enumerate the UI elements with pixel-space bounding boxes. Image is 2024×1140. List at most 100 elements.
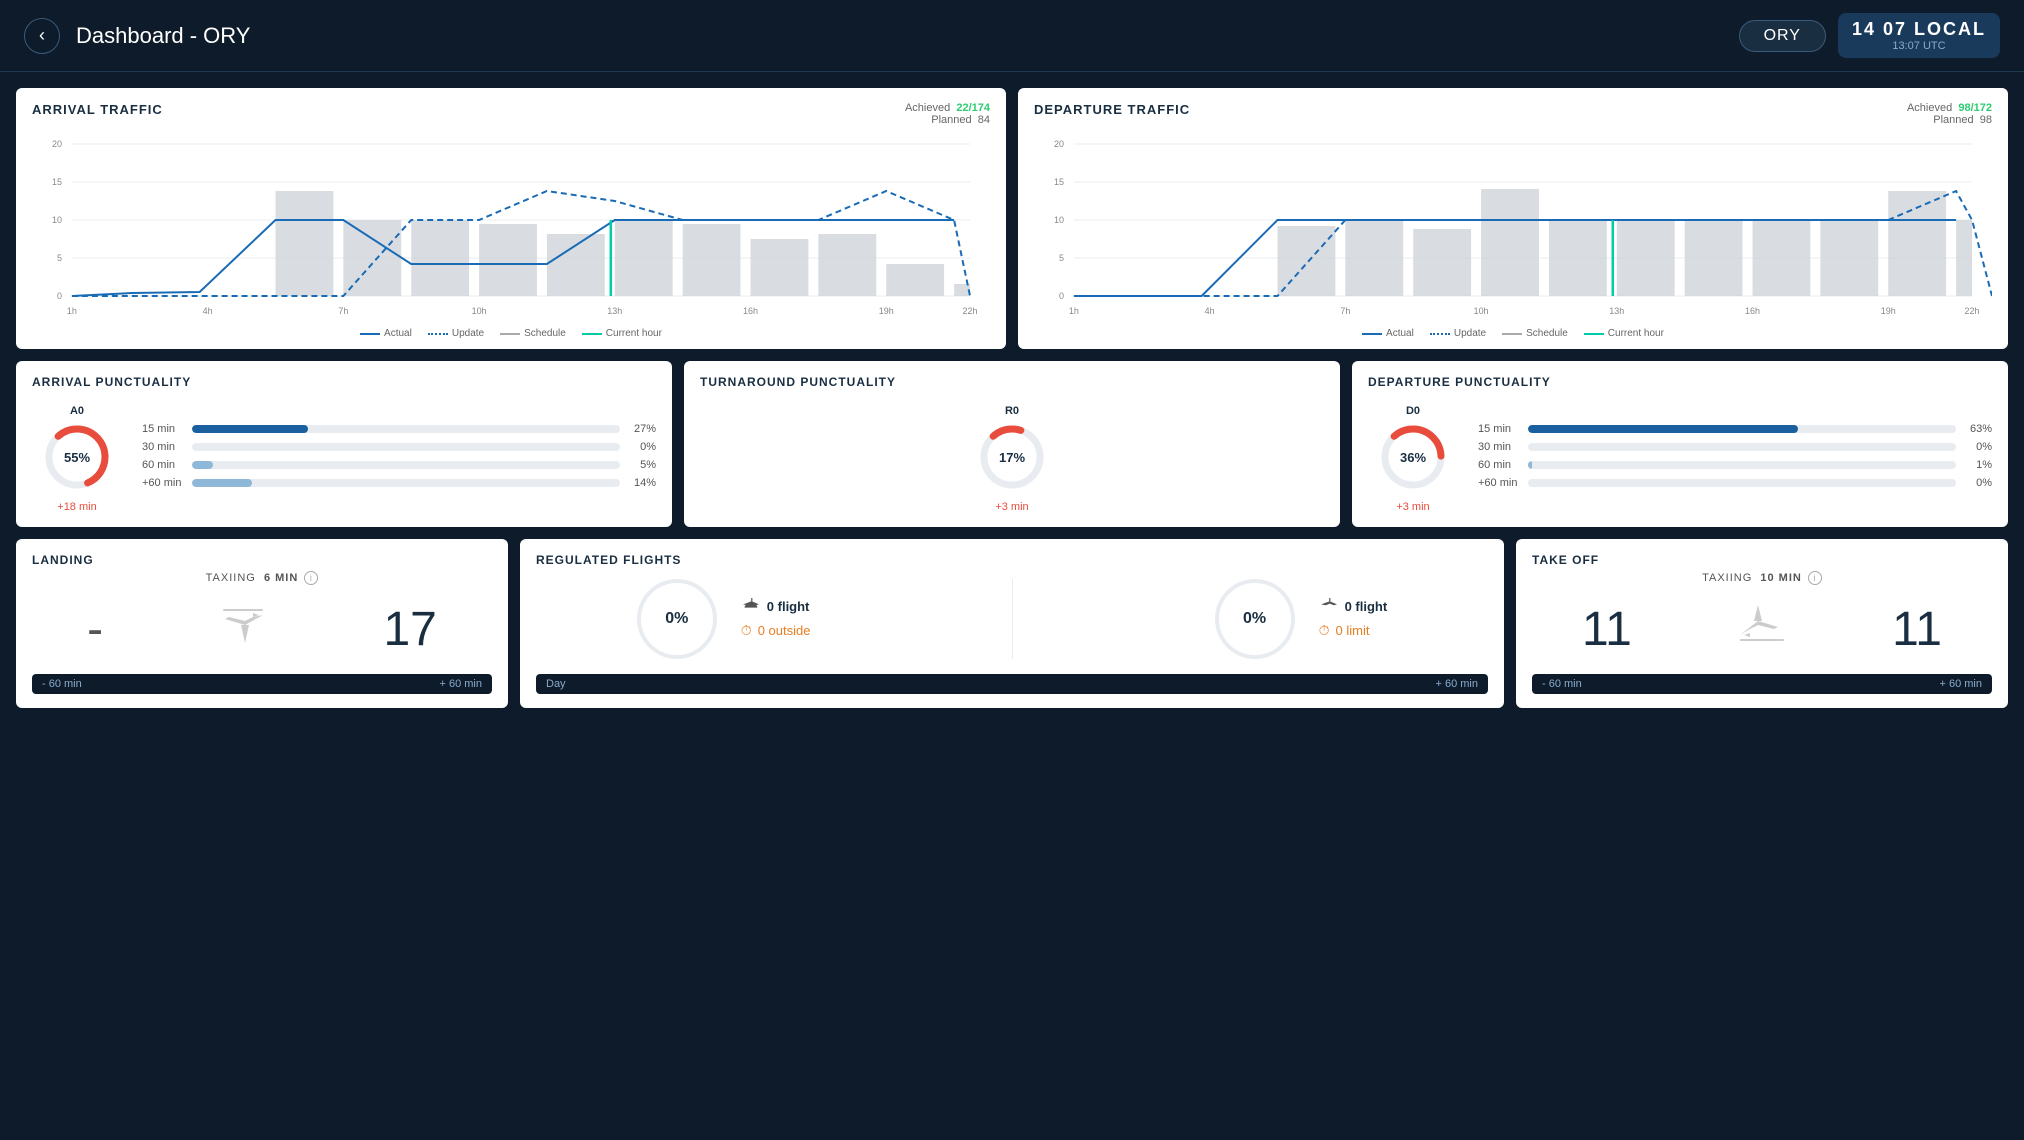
header-right: ORY 14 07 LOCAL 13:07 UTC [1739,13,2000,58]
regulated-content: 0% 0 flight ⏱ [536,571,1488,666]
dep-legend-update-line [1430,333,1450,335]
arrival-stats: Achieved 22/174 Planned 84 [905,102,990,126]
legend-actual-line [360,333,380,335]
header: ‹ Dashboard - ORY ORY 14 07 LOCAL 13:07 … [0,0,2024,72]
dep-legend-teal-line [1584,333,1604,335]
traffic-row: ARRIVAL TRAFFIC Achieved 22/174 Planned … [16,88,2008,349]
arrival-bar-plus60-pct: 14% [628,477,656,489]
svg-text:16h: 16h [1745,306,1760,316]
dep-legend-current-hour: Current hour [1584,328,1664,339]
landing-footer-right: + 60 min [440,678,483,690]
takeoff-plane-svg [1732,597,1792,657]
takeoff-info-icon2[interactable]: i [1808,571,1822,585]
arrival-planned-label: Planned [931,114,971,126]
departure-punct-content: D0 36% +3 min 15 min 63% [1368,405,1992,513]
arrival-bars: 15 min 27% 30 min 0% 60 mi [142,423,656,495]
arrival-punctuality-card: ARRIVAL PUNCTUALITY A0 55% +18 min 15 mi… [16,361,672,527]
arrival-bar-plus60: +60 min 14% [142,477,656,489]
regulated-divider [1012,579,1013,659]
svg-text:17%: 17% [999,450,1025,465]
svg-text:19h: 19h [879,306,894,316]
arrival-bar-60-fill [192,461,213,469]
dep-legend-actual-line [1362,333,1382,335]
dep-bar-15-label: 15 min [1478,423,1520,435]
arrival-bar-30: 30 min 0% [142,441,656,453]
arrival-achieved-value: 22/174 [956,102,990,114]
regulated-left-pct: 0% [665,610,688,628]
svg-text:0: 0 [1059,291,1064,301]
bottom-row: LANDING TAXIING 6 MIN i - 17 [16,539,2008,708]
svg-text:1h: 1h [1069,306,1079,316]
arrival-planned-value: 84 [978,114,990,126]
arrival-traffic-title: ARRIVAL TRAFFIC [32,102,163,117]
landing-plane-icon [213,593,273,666]
legend-current-hour: Current hour [582,328,662,339]
airport-code-badge[interactable]: ORY [1739,20,1826,52]
arrival-bar-15-pct: 27% [628,423,656,435]
takeoff-taxiing-label: TAXIING 10 MIN i [1532,571,1992,585]
svg-text:7h: 7h [1340,306,1350,316]
svg-text:10h: 10h [472,306,487,316]
departure-stats: Achieved 98/172 Planned 98 [1907,102,1992,126]
arrival-legend: Actual Update Schedule Current hour [32,328,990,339]
arrival-bar-15-track [192,425,620,433]
svg-text:15: 15 [52,177,62,187]
dep-legend-schedule-line [1502,333,1522,335]
arrival-bar-15-label: 15 min [142,423,184,435]
regulated-footer-right: + 60 min [1436,678,1479,690]
regulated-left-section: 0% 0 flight ⏱ [637,579,811,659]
arrival-donut-chart: 55% [41,421,113,493]
main-content: ARRIVAL TRAFFIC Achieved 22/174 Planned … [0,72,2024,724]
svg-text:20: 20 [52,139,62,149]
takeoff-card: TAKE OFF TAXIING 10 MIN i 11 11 [1516,539,2008,708]
departure-chart-container: 20 15 10 5 0 [1034,134,1992,324]
regulated-footer: Day + 60 min [536,674,1488,694]
regulated-right-info: 0 flight ⏱ 0 limit [1319,598,1388,639]
arrival-punct-title: ARRIVAL PUNCTUALITY [32,375,656,389]
departure-legend: Actual Update Schedule Current hour [1034,328,1992,339]
regulated-left-info: 0 flight ⏱ 0 outside [741,598,811,639]
arrival-donut-wrap: A0 55% +18 min [32,405,122,513]
regulated-right-circle: 0% [1215,579,1295,659]
arrival-bar-plus60-fill [192,479,252,487]
dep-bar-30-pct: 0% [1964,441,1992,453]
regulated-right-pct: 0% [1243,610,1266,628]
landing-info-icon2[interactable]: i [304,571,318,585]
dep-bar-plus60: +60 min 0% [1478,477,1992,489]
departure-planned-label: Planned [1933,114,1973,126]
dep-bar-30-track [1528,443,1956,451]
takeoff-footer-left: - 60 min [1542,678,1582,690]
arrival-chart-svg: 20 15 10 5 0 [32,134,990,324]
svg-text:13h: 13h [1609,306,1624,316]
legend-teal-line [582,333,602,335]
arrival-achieved-label: Achieved [905,102,950,114]
back-button[interactable]: ‹ [24,18,60,54]
dep-bar-15-pct: 63% [1964,423,1992,435]
svg-text:22h: 22h [963,306,978,316]
svg-text:22h: 22h [1965,306,1980,316]
reg-left-flight-count: 0 flight [767,599,810,614]
takeoff-left-value: 11 [1582,602,1632,657]
regulated-plane-icon-left [741,598,761,614]
arrival-bar-15-fill [192,425,308,433]
legend-update-line [428,333,448,335]
dep-bar-60-track [1528,461,1956,469]
turnaround-punct-title: TURNAROUND PUNCTUALITY [700,375,1324,389]
dep-bar-15-fill [1528,425,1798,433]
reg-left-outside-count: 0 outside [758,623,811,638]
departure-punctuality-card: DEPARTURE PUNCTUALITY D0 36% +3 min 15 m… [1352,361,2008,527]
punctuality-row: ARRIVAL PUNCTUALITY A0 55% +18 min 15 mi… [16,361,2008,527]
dep-bar-15-track [1528,425,1956,433]
arrival-bar-plus60-track [192,479,620,487]
arrival-bar-60-track [192,461,620,469]
arrival-chart-container: 20 15 10 5 0 [32,134,990,324]
arrival-bar-60-pct: 5% [628,459,656,471]
regulated-flights-card: REGULATED FLIGHTS 0% [520,539,1504,708]
landing-content: - 17 [32,593,492,666]
svg-text:19h: 19h [1881,306,1896,316]
takeoff-title: TAKE OFF [1532,553,1992,567]
dep-bar-plus60-pct: 0% [1964,477,1992,489]
dep-bar-30: 30 min 0% [1478,441,1992,453]
turnaround-punct-code: R0 [1005,405,1019,417]
dep-schedule-bars [1277,189,1972,296]
